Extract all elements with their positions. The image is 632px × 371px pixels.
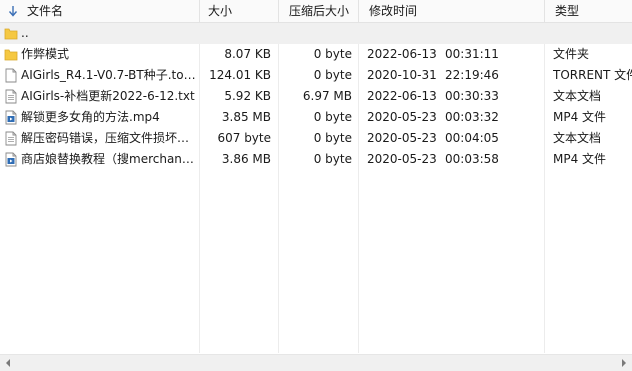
- folder-icon: [4, 49, 18, 61]
- file-modified-date: 2022-06-13: [367, 89, 437, 103]
- file-row[interactable]: 作弊模式 8.07 KB 0 byte 2022-06-13 00:31:11 文件夹: [0, 44, 632, 65]
- column-header-modified-label: 修改时间: [369, 4, 418, 18]
- file-row[interactable]: 解压密码错误，压缩文件损坏… 607 byte 0 byte 2020-05-23 00…: [0, 128, 632, 149]
- file-modified-date: 2020-05-23: [367, 131, 437, 145]
- parent-directory-label: ..: [21, 26, 29, 40]
- column-header-type-label: 类型: [555, 4, 580, 18]
- text-file-icon: [5, 89, 17, 104]
- column-header-name[interactable]: 文件名: [0, 0, 200, 22]
- file-compressed-size: 0 byte: [313, 47, 352, 61]
- file-compressed-size: 0 byte: [313, 68, 352, 82]
- file-modified-time: 00:31:11: [445, 47, 499, 61]
- file-type: 文本文档: [553, 131, 602, 145]
- file-type: 文本文档: [553, 89, 602, 103]
- file-name: AIGirls_R4.1-V0.7-BT种子.torrent: [21, 68, 196, 82]
- file-modified-date: 2022-06-13: [367, 47, 437, 61]
- file-compressed-size: 6.97 MB: [302, 89, 352, 103]
- file-name: 解锁更多女角的方法.mp4: [21, 110, 160, 124]
- column-header-compressed-size[interactable]: 压缩后大小: [279, 0, 359, 22]
- file-size: 124.01 KB: [209, 68, 271, 82]
- column-header: 文件名 大小 压缩后大小 修改时间 类型: [0, 0, 632, 23]
- text-file-icon: [5, 131, 17, 146]
- file-modified-date: 2020-05-23: [367, 152, 437, 166]
- file-modified-time: 00:03:58: [445, 152, 499, 166]
- file-compressed-size: 0 byte: [313, 110, 352, 124]
- file-name: 解压密码错误，压缩文件损坏…: [21, 131, 190, 145]
- file-row[interactable]: AIGirls-补档更新2022-6-12.txt 5.92 KB 6.97 MB 2…: [0, 86, 632, 107]
- file-modified-date: 2020-10-31: [367, 68, 437, 82]
- video-file-icon: [5, 110, 17, 125]
- scroll-left-arrow-icon[interactable]: [4, 359, 12, 367]
- file-modified-time: 00:03:32: [445, 110, 499, 124]
- file-size: 8.07 KB: [224, 47, 271, 61]
- file-name: AIGirls-补档更新2022-6-12.txt: [21, 89, 195, 103]
- column-header-size-label: 大小: [208, 4, 233, 18]
- sort-down-arrow-icon: [8, 6, 18, 17]
- horizontal-scrollbar[interactable]: [0, 354, 632, 371]
- file-name: 商店娘替换教程（搜merchant…: [21, 152, 196, 166]
- column-header-modified[interactable]: 修改时间: [359, 0, 545, 22]
- file-name: 作弊模式: [21, 47, 70, 61]
- file-type: TORRENT 文件: [553, 68, 632, 82]
- file-size: 3.85 MB: [221, 110, 271, 124]
- file-modified-time: 22:19:46: [445, 68, 499, 82]
- file-row[interactable]: AIGirls_R4.1-V0.7-BT种子.torrent 124.01 KB 0…: [0, 65, 632, 86]
- column-header-type[interactable]: 类型: [545, 0, 632, 22]
- file-size: 5.92 KB: [224, 89, 271, 103]
- file-compressed-size: 0 byte: [313, 152, 352, 166]
- file-modified-time: 00:04:05: [445, 131, 499, 145]
- column-header-size[interactable]: 大小: [200, 0, 279, 22]
- file-icon: [5, 68, 17, 83]
- file-type: 文件夹: [553, 47, 590, 61]
- folder-icon: [4, 28, 18, 40]
- file-size: 607 byte: [217, 131, 271, 145]
- file-row[interactable]: 解锁更多女角的方法.mp4 3.85 MB 0 byte 2020-05-23 00:0…: [0, 107, 632, 128]
- file-size: 3.86 MB: [221, 152, 271, 166]
- parent-directory-row[interactable]: ..: [0, 23, 632, 44]
- file-row[interactable]: 商店娘替换教程（搜merchant… 3.86 MB 0 byte 2020-05-2…: [0, 149, 632, 170]
- file-type: MP4 文件: [553, 110, 607, 124]
- file-compressed-size: 0 byte: [313, 131, 352, 145]
- column-header-compressed-label: 压缩后大小: [289, 4, 350, 18]
- file-modified-date: 2020-05-23: [367, 110, 437, 124]
- file-type: MP4 文件: [553, 152, 607, 166]
- video-file-icon: [5, 152, 17, 167]
- file-modified-time: 00:30:33: [445, 89, 499, 103]
- column-header-name-label: 文件名: [27, 4, 64, 18]
- scroll-right-arrow-icon[interactable]: [620, 359, 628, 367]
